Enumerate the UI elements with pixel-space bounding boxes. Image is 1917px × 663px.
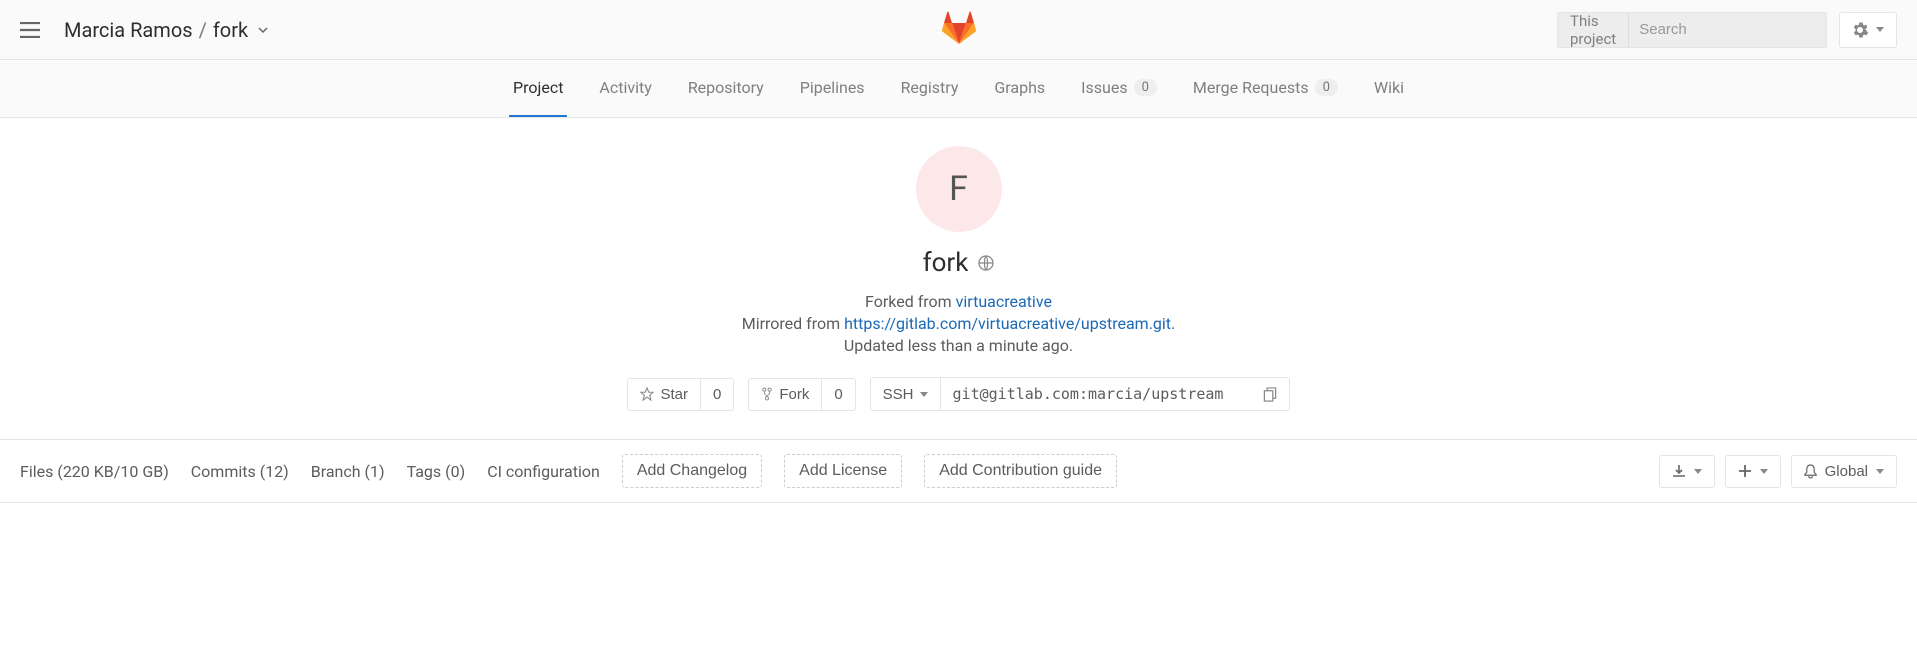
notification-label: Global [1825, 463, 1868, 480]
caret-down-icon [1876, 27, 1884, 32]
gitlab-logo[interactable] [940, 10, 978, 50]
settings-button[interactable] [1839, 12, 1897, 48]
caret-down-icon [1760, 469, 1768, 474]
globe-icon [978, 255, 994, 271]
chevron-down-icon[interactable] [258, 27, 268, 33]
tab-pipelines[interactable]: Pipelines [796, 60, 869, 117]
stat-files[interactable]: Files (220 KB/10 GB) [20, 462, 169, 481]
nav-tabs: Project Activity Repository Pipelines Re… [0, 60, 1917, 118]
stat-commits[interactable]: Commits (12) [191, 462, 289, 481]
stats-bar: Files (220 KB/10 GB) Commits (12) Branch… [0, 439, 1917, 503]
issues-count-badge: 0 [1134, 79, 1157, 96]
stat-branch[interactable]: Branch (1) [311, 462, 385, 481]
star-label: Star [660, 386, 688, 403]
add-changelog-button[interactable]: Add Changelog [622, 454, 762, 488]
clone-url-input[interactable] [941, 377, 1251, 411]
add-license-button[interactable]: Add License [784, 454, 902, 488]
caret-down-icon [1694, 469, 1702, 474]
project-title: fork [0, 248, 1917, 278]
breadcrumb-separator: / [199, 18, 207, 42]
project-avatar: F [916, 146, 1002, 232]
breadcrumb-project[interactable]: fork [213, 18, 248, 42]
gear-icon [1852, 22, 1868, 38]
hamburger-icon [20, 22, 40, 38]
fork-label: Fork [779, 386, 809, 403]
copy-url-button[interactable] [1251, 377, 1290, 411]
stat-ci[interactable]: CI configuration [487, 462, 600, 481]
forked-prefix: Forked from [865, 292, 956, 311]
protocol-label: SSH [883, 386, 914, 403]
caret-down-icon [920, 392, 928, 397]
tab-project[interactable]: Project [509, 60, 567, 117]
tab-activity[interactable]: Activity [595, 60, 655, 117]
search-box[interactable]: This project [1557, 12, 1827, 48]
fork-group: Fork 0 [748, 378, 855, 411]
search-input[interactable] [1629, 21, 1848, 38]
search-scope[interactable]: This project [1558, 13, 1629, 47]
plus-icon [1738, 464, 1752, 478]
tab-repository[interactable]: Repository [684, 60, 768, 117]
mirror-url-link[interactable]: https://gitlab.com/virtuacreative/upstre… [844, 314, 1171, 333]
mirrored-from-line: Mirrored from https://gitlab.com/virtuac… [0, 314, 1917, 333]
star-group: Star 0 [627, 378, 734, 411]
stat-tags[interactable]: Tags (0) [407, 462, 466, 481]
mirror-suffix: . [1171, 314, 1175, 333]
tab-graphs[interactable]: Graphs [990, 60, 1049, 117]
fork-count[interactable]: 0 [822, 378, 855, 411]
breadcrumb-owner[interactable]: Marcia Ramos [64, 18, 193, 42]
clone-group: SSH [870, 377, 1290, 411]
star-count[interactable]: 0 [701, 378, 734, 411]
add-button[interactable] [1725, 455, 1781, 488]
tab-merge-requests[interactable]: Merge Requests 0 [1189, 60, 1342, 117]
menu-toggle[interactable] [20, 22, 40, 38]
tab-registry[interactable]: Registry [897, 60, 963, 117]
bell-icon [1804, 464, 1817, 479]
breadcrumb[interactable]: Marcia Ramos / fork [64, 18, 268, 42]
caret-down-icon [1876, 469, 1884, 474]
mirrored-prefix: Mirrored from [742, 314, 844, 333]
tab-wiki[interactable]: Wiki [1370, 60, 1408, 117]
gitlab-logo-icon [940, 10, 978, 46]
notification-button[interactable]: Global [1791, 455, 1897, 488]
tab-mr-label: Merge Requests [1193, 78, 1309, 97]
star-icon [640, 387, 654, 401]
download-button[interactable] [1659, 455, 1715, 488]
updated-line: Updated less than a minute ago. [0, 336, 1917, 355]
tab-issues[interactable]: Issues 0 [1077, 60, 1161, 117]
forked-from-line: Forked from virtuacreative [0, 292, 1917, 311]
project-name: fork [923, 248, 969, 278]
fork-button[interactable]: Fork [748, 378, 822, 411]
star-button[interactable]: Star [627, 378, 701, 411]
forked-from-link[interactable]: virtuacreative [956, 292, 1052, 311]
fork-icon [761, 387, 773, 401]
download-icon [1672, 464, 1686, 478]
mr-count-badge: 0 [1315, 79, 1338, 96]
protocol-dropdown[interactable]: SSH [870, 377, 941, 411]
tab-issues-label: Issues [1081, 78, 1127, 97]
add-contribution-button[interactable]: Add Contribution guide [924, 454, 1117, 488]
copy-icon [1263, 387, 1277, 402]
